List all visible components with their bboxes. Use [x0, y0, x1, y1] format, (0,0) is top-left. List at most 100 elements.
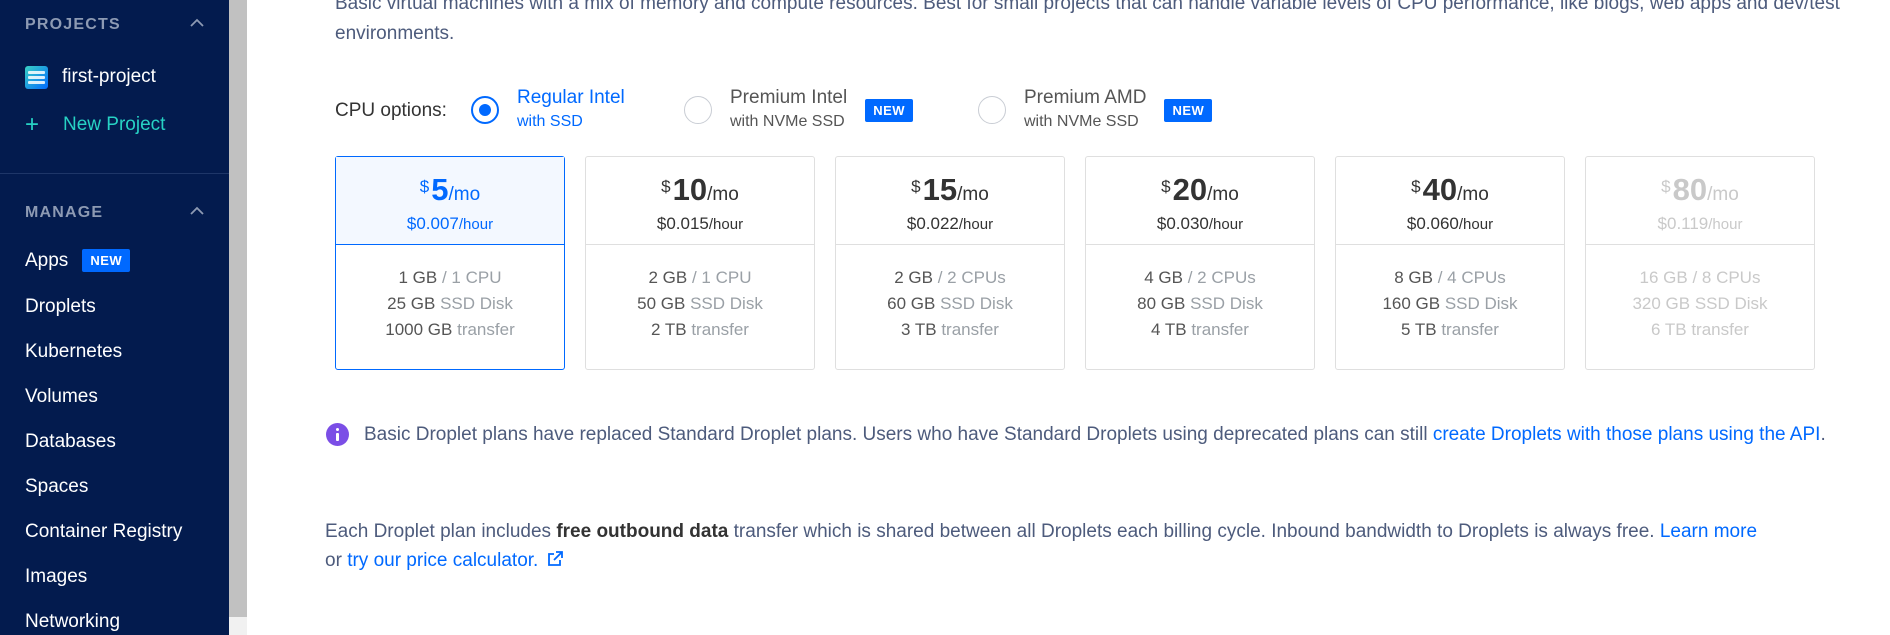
- spec-memory: 4 GB: [1144, 268, 1183, 287]
- cpu-options-label: CPU options:: [335, 100, 447, 121]
- note-bold: free outbound data: [556, 521, 729, 542]
- info-text: Basic Droplet plans have replaced Standa…: [364, 424, 1433, 445]
- hourly-price: $0.030: [1156, 214, 1209, 233]
- info-icon: [326, 423, 349, 446]
- info-notice: Basic Droplet plans have replaced Standa…: [326, 420, 1846, 449]
- spec-transfer: 4 TB: [1151, 320, 1187, 339]
- learn-more-link[interactable]: Learn more: [1660, 521, 1757, 542]
- price-period: /mo: [707, 184, 739, 205]
- cpu-option-name: Premium AMD: [1024, 87, 1147, 108]
- spec-transfer-label: transfer: [1186, 320, 1249, 339]
- price-currency: $: [1411, 177, 1421, 196]
- sidebar-item-kubernetes[interactable]: Kubernetes: [25, 341, 122, 363]
- sidebar-item-label: Kubernetes: [25, 341, 123, 362]
- cpu-option-name: Regular Intel: [517, 87, 625, 108]
- cpu-option-sub: with NVMe SSD: [730, 113, 845, 130]
- spec-disk: 160 GB: [1382, 294, 1441, 313]
- hourly-unit: /hour: [708, 216, 744, 233]
- sidebar-item-container-registry[interactable]: Container Registry: [25, 521, 182, 543]
- hourly-price: $0.007: [406, 214, 459, 233]
- spec-disk: 80 GB: [1137, 294, 1186, 313]
- spec-cpu: / 2 CPUs: [1183, 268, 1256, 287]
- cpu-option-regular-intel[interactable]: Regular Intel with SSD: [471, 86, 625, 134]
- note-text: or: [325, 550, 348, 571]
- spec-disk-label: SSD Disk: [1185, 294, 1263, 313]
- sidebar-item-label: Networking: [25, 611, 121, 632]
- main-content: Basic virtual machines with a mix of mem…: [247, 0, 1890, 635]
- plan-card-20[interactable]: $20/mo $0.030/hour 4 GB / 2 CPUs 80 GB S…: [1085, 156, 1315, 370]
- sidebar-item-label: Apps: [25, 249, 69, 271]
- sidebar-item-volumes[interactable]: Volumes: [25, 386, 98, 408]
- sidebar-item-apps[interactable]: Apps NEW: [25, 249, 131, 272]
- sidebar-item-label: Spaces: [25, 476, 89, 497]
- project-label: first-project: [62, 66, 156, 87]
- plan-card-40[interactable]: $40/mo $0.060/hour 8 GB / 4 CPUs 160 GB …: [1335, 156, 1565, 370]
- sidebar-item-label: Container Registry: [25, 521, 183, 542]
- create-droplets-api-link[interactable]: create Droplets with those plans using t…: [1433, 424, 1821, 445]
- price-currency: $: [911, 177, 921, 196]
- spec-disk: 320 GB: [1632, 294, 1691, 313]
- plan-card-10[interactable]: $10/mo $0.015/hour 2 GB / 1 CPU 50 GB SS…: [585, 156, 815, 370]
- spec-transfer-label: transfer: [686, 320, 749, 339]
- radio-unselected[interactable]: [978, 96, 1006, 124]
- cpu-option-premium-intel[interactable]: Premium Intel with NVMe SSD NEW: [684, 86, 914, 134]
- spec-memory: 2 GB: [894, 268, 933, 287]
- price-amount: 15: [922, 172, 958, 207]
- spec-transfer: 3 TB: [901, 320, 937, 339]
- cpu-option-sub: with NVMe SSD: [1024, 113, 1139, 130]
- hourly-unit: /hour: [458, 216, 494, 233]
- price-period: /mo: [1207, 184, 1239, 205]
- spec-disk-label: SSD Disk: [685, 294, 763, 313]
- plan-card-80[interactable]: $80/mo $0.119/hour 16 GB / 8 CPUs 320 GB…: [1585, 156, 1815, 370]
- new-project-button[interactable]: + New Project: [25, 111, 165, 139]
- sidebar-item-droplets[interactable]: Droplets: [25, 296, 96, 318]
- note-text: Each Droplet plan includes: [325, 521, 557, 542]
- cpu-option-premium-amd[interactable]: Premium AMD with NVMe SSD NEW: [978, 86, 1213, 134]
- external-link-icon[interactable]: [546, 548, 564, 577]
- sidebar-item-label: Databases: [25, 431, 116, 452]
- plan-description: Basic virtual machines with a mix of mem…: [335, 0, 1840, 44]
- price-period: /mo: [1457, 184, 1489, 205]
- radio-unselected[interactable]: [684, 96, 712, 124]
- spec-cpu: / 4 CPUs: [1433, 268, 1506, 287]
- spec-memory: 16 GB: [1639, 268, 1688, 287]
- spec-transfer: 6 TB: [1651, 320, 1687, 339]
- spec-cpu: / 1 CPU: [687, 268, 752, 287]
- price-amount: 20: [1172, 172, 1208, 207]
- price-currency: $: [661, 177, 671, 196]
- price-amount: 80: [1672, 172, 1708, 207]
- sidebar-item-label: Volumes: [25, 386, 98, 407]
- spec-cpu: / 8 CPUs: [1687, 268, 1761, 287]
- sidebar-scrollbar-thumb[interactable]: [229, 0, 247, 617]
- spec-transfer-label: transfer: [936, 320, 999, 339]
- hourly-unit: /hour: [1708, 216, 1743, 233]
- hourly-unit: /hour: [958, 216, 994, 233]
- spec-disk-label: SSD Disk: [935, 294, 1013, 313]
- new-badge: NEW: [82, 249, 131, 272]
- hourly-price: $0.022: [906, 214, 959, 233]
- chevron-up-icon[interactable]: [190, 206, 204, 218]
- sidebar-item-first-project[interactable]: first-project: [25, 63, 156, 91]
- hourly-unit: /hour: [1458, 216, 1494, 233]
- new-badge: NEW: [1164, 98, 1213, 122]
- sidebar-item-databases[interactable]: Databases: [25, 431, 116, 453]
- sidebar-item-images[interactable]: Images: [25, 566, 87, 588]
- sidebar-item-label: Images: [25, 566, 88, 587]
- price-amount: 10: [672, 172, 708, 207]
- sidebar-item-spaces[interactable]: Spaces: [25, 476, 88, 498]
- spec-disk-label: SSD Disk: [1440, 294, 1518, 313]
- spec-memory: 8 GB: [1394, 268, 1433, 287]
- price-amount: 5: [431, 172, 449, 207]
- radio-selected[interactable]: [471, 96, 499, 124]
- price-currency: $: [419, 177, 430, 196]
- spec-disk: 60 GB: [887, 294, 936, 313]
- cpu-option-name: Premium Intel: [730, 87, 848, 108]
- price-calculator-link[interactable]: try our price calculator.: [347, 550, 538, 571]
- spec-cpu: / 1 CPU: [437, 268, 502, 287]
- sidebar-item-networking[interactable]: Networking: [25, 611, 120, 633]
- chevron-up-icon[interactable]: [190, 18, 204, 30]
- price-currency: $: [1661, 177, 1671, 196]
- plan-card-15[interactable]: $15/mo $0.022/hour 2 GB / 2 CPUs 60 GB S…: [835, 156, 1065, 370]
- plan-card-5[interactable]: $5/mo $0.007/hour 1 GB / 1 CPU 25 GB SSD…: [335, 156, 565, 370]
- price-period: /mo: [1707, 184, 1739, 205]
